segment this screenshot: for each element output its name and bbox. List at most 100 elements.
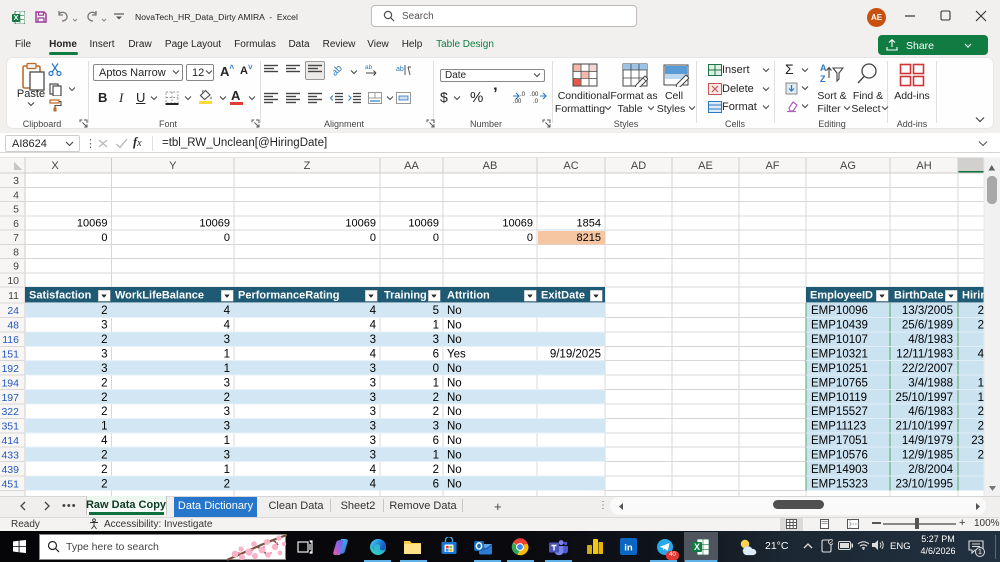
svg-text:.00: .00 bbox=[513, 99, 522, 103]
svg-text:3: 3 bbox=[370, 435, 376, 447]
svg-text:X: X bbox=[694, 542, 700, 552]
svg-text:No: No bbox=[447, 320, 462, 332]
svg-text:9/19/2025: 9/19/2025 bbox=[550, 348, 601, 360]
svg-text:2: 2 bbox=[101, 334, 107, 346]
svg-text:AG: AG bbox=[840, 160, 856, 172]
svg-text:No: No bbox=[447, 464, 462, 476]
svg-text:4: 4 bbox=[370, 320, 377, 332]
svg-text:433: 433 bbox=[1, 449, 19, 461]
svg-text:X: X bbox=[13, 13, 18, 22]
svg-text:1: 1 bbox=[433, 377, 439, 389]
svg-text:.00: .00 bbox=[530, 92, 539, 98]
svg-text:3: 3 bbox=[224, 334, 230, 346]
svg-text:2: 2 bbox=[101, 449, 107, 461]
svg-text:6: 6 bbox=[13, 218, 19, 230]
svg-text:No: No bbox=[447, 421, 462, 433]
svg-text:ab: ab bbox=[365, 64, 373, 71]
svg-text:2: 2 bbox=[224, 478, 230, 490]
svg-text:2/8/2004: 2/8/2004 bbox=[908, 464, 953, 476]
svg-text:EMP10107: EMP10107 bbox=[811, 334, 868, 346]
svg-text:10069: 10069 bbox=[199, 218, 230, 230]
svg-text:4: 4 bbox=[370, 478, 377, 490]
svg-text:322: 322 bbox=[1, 406, 19, 418]
svg-text:24: 24 bbox=[7, 305, 19, 317]
svg-text:No: No bbox=[447, 392, 462, 404]
svg-text:No: No bbox=[447, 449, 462, 461]
svg-text:2: 2 bbox=[978, 449, 984, 461]
svg-text:11: 11 bbox=[8, 290, 19, 302]
svg-text:.0: .0 bbox=[533, 99, 539, 103]
svg-text:EMP10119: EMP10119 bbox=[811, 392, 867, 404]
svg-text:0: 0 bbox=[433, 232, 439, 244]
svg-text:439: 439 bbox=[1, 464, 19, 476]
svg-text:2: 2 bbox=[101, 377, 107, 389]
svg-text:2: 2 bbox=[101, 406, 107, 418]
svg-text:1: 1 bbox=[978, 377, 984, 389]
svg-text:AC: AC bbox=[563, 160, 578, 172]
svg-text:3: 3 bbox=[224, 421, 230, 433]
svg-text:414: 414 bbox=[1, 435, 19, 447]
svg-text:Training: Training bbox=[384, 289, 427, 301]
svg-text:ab: ab bbox=[396, 66, 404, 73]
svg-text:2: 2 bbox=[101, 478, 107, 490]
svg-text:3: 3 bbox=[370, 421, 376, 433]
svg-text:451: 451 bbox=[1, 478, 19, 490]
svg-text:2: 2 bbox=[224, 392, 230, 404]
svg-text:2: 2 bbox=[101, 464, 107, 476]
svg-text:AA: AA bbox=[404, 160, 419, 172]
svg-text:.0: .0 bbox=[520, 92, 526, 98]
svg-text:4: 4 bbox=[224, 305, 231, 317]
svg-text:351: 351 bbox=[1, 421, 19, 433]
svg-text:8: 8 bbox=[13, 246, 19, 258]
svg-text:No: No bbox=[447, 478, 462, 490]
svg-text:2: 2 bbox=[978, 406, 984, 418]
svg-text:1: 1 bbox=[433, 320, 439, 332]
svg-text:1: 1 bbox=[224, 464, 230, 476]
svg-text:AH: AH bbox=[916, 160, 931, 172]
svg-text:No: No bbox=[447, 435, 462, 447]
svg-text:2: 2 bbox=[978, 421, 984, 433]
svg-text:BirthDate: BirthDate bbox=[894, 289, 944, 301]
svg-text:PerformanceRating: PerformanceRating bbox=[238, 289, 339, 301]
svg-text:2: 2 bbox=[978, 320, 984, 332]
svg-text:5: 5 bbox=[13, 204, 19, 216]
svg-text:Attrition: Attrition bbox=[447, 289, 490, 301]
svg-text:25/6/1989: 25/6/1989 bbox=[902, 320, 953, 332]
svg-text:X: X bbox=[51, 160, 59, 172]
svg-text:ExitDate: ExitDate bbox=[541, 289, 585, 301]
svg-text:4: 4 bbox=[370, 464, 377, 476]
svg-text:0: 0 bbox=[370, 232, 376, 244]
svg-text:Z: Z bbox=[304, 160, 311, 172]
svg-text:No: No bbox=[447, 334, 462, 346]
svg-text:EMP10321: EMP10321 bbox=[811, 348, 868, 360]
svg-text:3: 3 bbox=[433, 334, 439, 346]
svg-text:197: 197 bbox=[1, 392, 19, 404]
svg-text:WorkLifeBalance: WorkLifeBalance bbox=[115, 289, 204, 301]
svg-text:1854: 1854 bbox=[577, 218, 601, 230]
svg-text:4: 4 bbox=[370, 305, 377, 317]
svg-text:3: 3 bbox=[370, 377, 376, 389]
svg-text:2: 2 bbox=[433, 406, 439, 418]
svg-text:AD: AD bbox=[631, 160, 646, 172]
svg-text:A: A bbox=[820, 63, 827, 73]
svg-text:2: 2 bbox=[433, 392, 439, 404]
svg-text:4: 4 bbox=[224, 320, 231, 332]
svg-text:2: 2 bbox=[433, 464, 439, 476]
svg-text:4: 4 bbox=[370, 348, 377, 360]
svg-text:6: 6 bbox=[433, 435, 439, 447]
svg-text:3/4/1988: 3/4/1988 bbox=[908, 377, 953, 389]
svg-text:AE: AE bbox=[698, 160, 713, 172]
svg-text:116: 116 bbox=[2, 334, 19, 346]
svg-text:EMP10439: EMP10439 bbox=[811, 320, 868, 332]
svg-text:No: No bbox=[447, 406, 462, 418]
svg-text:3: 3 bbox=[101, 348, 107, 360]
svg-text:3: 3 bbox=[370, 406, 376, 418]
svg-text:EMP10096: EMP10096 bbox=[811, 305, 868, 317]
svg-text:ab: ab bbox=[333, 63, 345, 77]
svg-text:1: 1 bbox=[978, 392, 984, 404]
svg-text:EmployeeID: EmployeeID bbox=[810, 289, 873, 301]
svg-text:3: 3 bbox=[101, 320, 107, 332]
svg-text:3: 3 bbox=[13, 175, 19, 187]
svg-text:2: 2 bbox=[978, 305, 984, 317]
svg-text:EMP10576: EMP10576 bbox=[811, 449, 868, 461]
